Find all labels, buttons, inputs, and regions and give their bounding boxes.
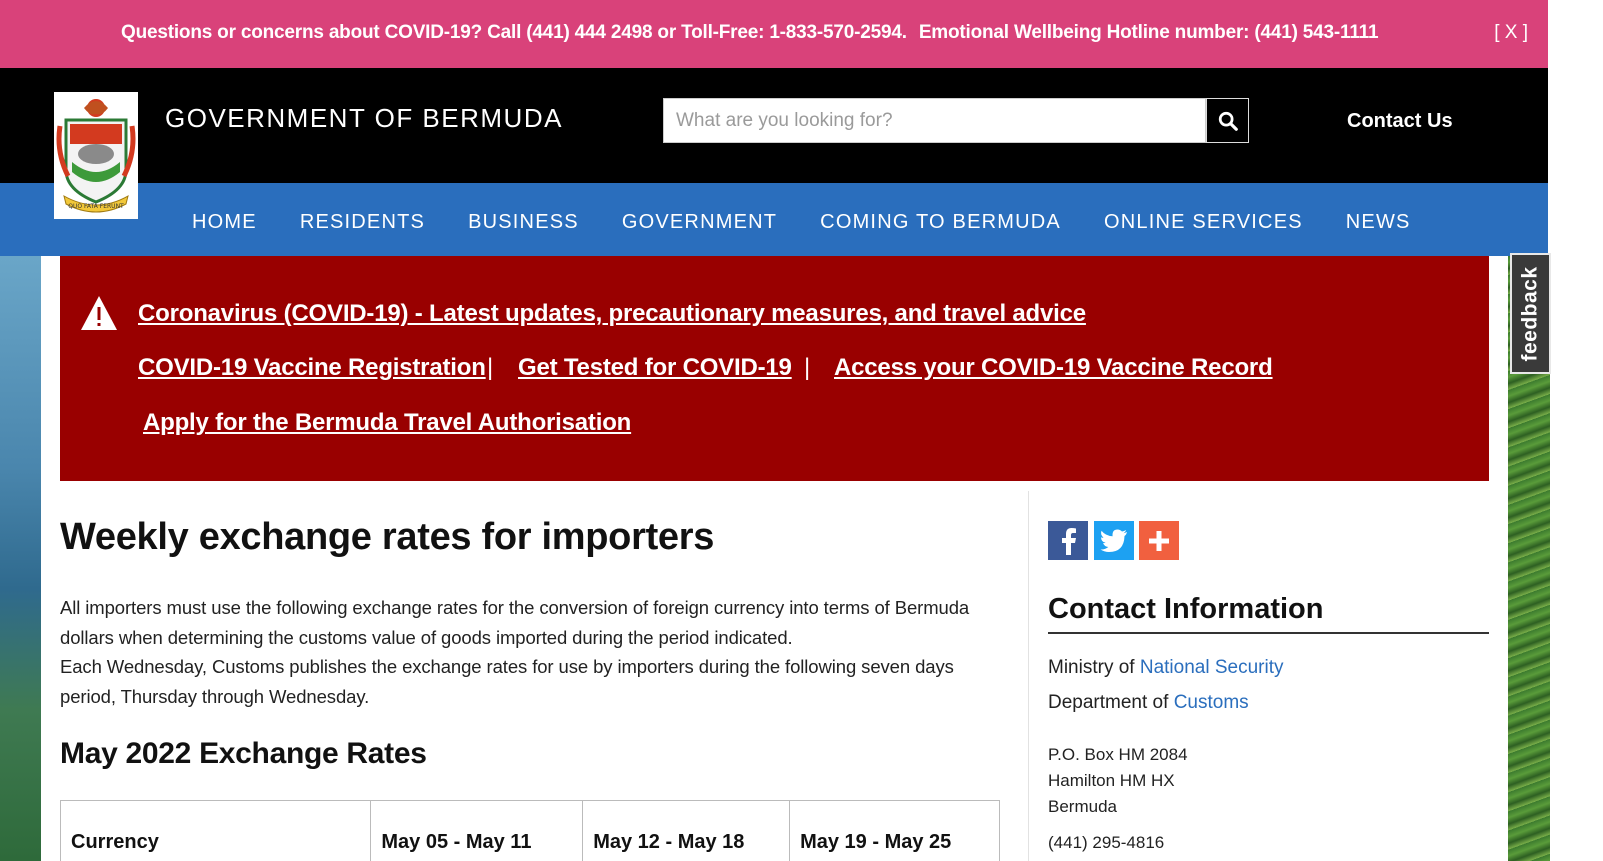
- covid-updates-link[interactable]: Coronavirus (COVID-19) - Latest updates,…: [138, 300, 1086, 328]
- plus-icon: [1149, 530, 1169, 551]
- twitter-icon: [1100, 529, 1127, 552]
- nav-item-coming-to-bermuda[interactable]: COMING TO BERMUDA: [820, 211, 1061, 234]
- nav-item-home[interactable]: HOME: [192, 211, 257, 234]
- content-divider: [1028, 491, 1029, 861]
- customs-link[interactable]: Customs: [1174, 692, 1249, 713]
- address-line: P.O. Box HM 2084: [1048, 745, 1188, 764]
- page-title: Weekly exchange rates for importers: [60, 516, 715, 558]
- get-tested-link[interactable]: Get Tested for COVID-19: [518, 354, 792, 382]
- intro-text: All importers must use the following exc…: [60, 593, 1000, 711]
- phone-number[interactable]: (441) 295-4816: [1048, 833, 1164, 853]
- vaccine-record-link[interactable]: Access your COVID-19 Vaccine Record: [834, 354, 1273, 382]
- covid-announcement-bar: Questions or concerns about COVID-19? Ca…: [0, 0, 1548, 68]
- warning-triangle-icon: [81, 296, 117, 330]
- main-navigation: HOME RESIDENTS BUSINESS GOVERNMENT COMIN…: [0, 183, 1548, 256]
- wellbeing-hotline-text: Emotional Wellbeing Hotline number: (441…: [918, 22, 1379, 43]
- vaccine-registration-link[interactable]: COVID-19 Vaccine Registration: [138, 354, 486, 382]
- facebook-icon: [1062, 527, 1076, 555]
- svg-text:QUO FATA FERUNT: QUO FATA FERUNT: [68, 203, 124, 210]
- covid-alert-box: Coronavirus (COVID-19) - Latest updates,…: [60, 256, 1489, 481]
- bermuda-crest-logo[interactable]: QUO FATA FERUNT: [54, 92, 138, 219]
- department-line: Department of Customs: [1048, 692, 1249, 714]
- ministry-prefix: Ministry of: [1048, 657, 1135, 678]
- travel-authorisation-link[interactable]: Apply for the Bermuda Travel Authorisati…: [143, 409, 631, 437]
- nav-item-residents[interactable]: RESIDENTS: [300, 211, 425, 234]
- address-line: Bermuda: [1048, 797, 1117, 816]
- table-header-week-3: May 19 - May 25: [789, 800, 1000, 861]
- exchange-rates-table: Currency May 05 - May 11 May 12 - May 18…: [59, 800, 1000, 861]
- search-button[interactable]: [1206, 98, 1249, 143]
- intro-paragraph: All importers must use the following exc…: [60, 597, 970, 648]
- address-line: Hamilton HM HX: [1048, 771, 1175, 790]
- department-prefix: Department of: [1048, 692, 1169, 713]
- feedback-label: feedback: [1518, 265, 1542, 362]
- table-header-currency: Currency: [59, 800, 372, 861]
- announcement-message: Questions or concerns about COVID-19? Ca…: [121, 22, 1379, 44]
- more-share-button[interactable]: [1139, 521, 1179, 560]
- intro-paragraph: Each Wednesday, Customs publishes the ex…: [60, 656, 954, 707]
- nav-item-government[interactable]: GOVERNMENT: [622, 211, 777, 234]
- table-header-week-2: May 12 - May 18: [582, 800, 791, 861]
- contact-information-title: Contact Information: [1048, 593, 1489, 634]
- contact-us-link[interactable]: Contact Us: [1347, 110, 1453, 133]
- search-input[interactable]: [663, 98, 1206, 143]
- search-icon: [1218, 111, 1238, 131]
- link-separator: |: [487, 354, 494, 381]
- site-title[interactable]: GOVERNMENT OF BERMUDA: [165, 103, 563, 134]
- background-scenery-left: [0, 256, 41, 861]
- feedback-tab[interactable]: feedback: [1510, 253, 1551, 374]
- nav-item-business[interactable]: BUSINESS: [468, 211, 579, 234]
- site-header: GOVERNMENT OF BERMUDA Contact Us: [0, 68, 1548, 183]
- nav-item-news[interactable]: NEWS: [1346, 211, 1411, 234]
- nav-item-online-services[interactable]: ONLINE SERVICES: [1104, 211, 1303, 234]
- facebook-share-button[interactable]: [1048, 521, 1088, 560]
- section-title: May 2022 Exchange Rates: [60, 737, 427, 770]
- close-announcement-button[interactable]: [ X ]: [1494, 22, 1528, 44]
- national-security-link[interactable]: National Security: [1140, 657, 1284, 678]
- link-separator: |: [804, 354, 811, 381]
- table-header-week-1: May 05 - May 11: [370, 800, 584, 861]
- covid-hotline-text: Questions or concerns about COVID-19? Ca…: [121, 22, 907, 43]
- ministry-line: Ministry of National Security: [1048, 657, 1283, 679]
- twitter-share-button[interactable]: [1094, 521, 1134, 560]
- table-header-row: Currency May 05 - May 11 May 12 - May 18…: [59, 800, 1000, 861]
